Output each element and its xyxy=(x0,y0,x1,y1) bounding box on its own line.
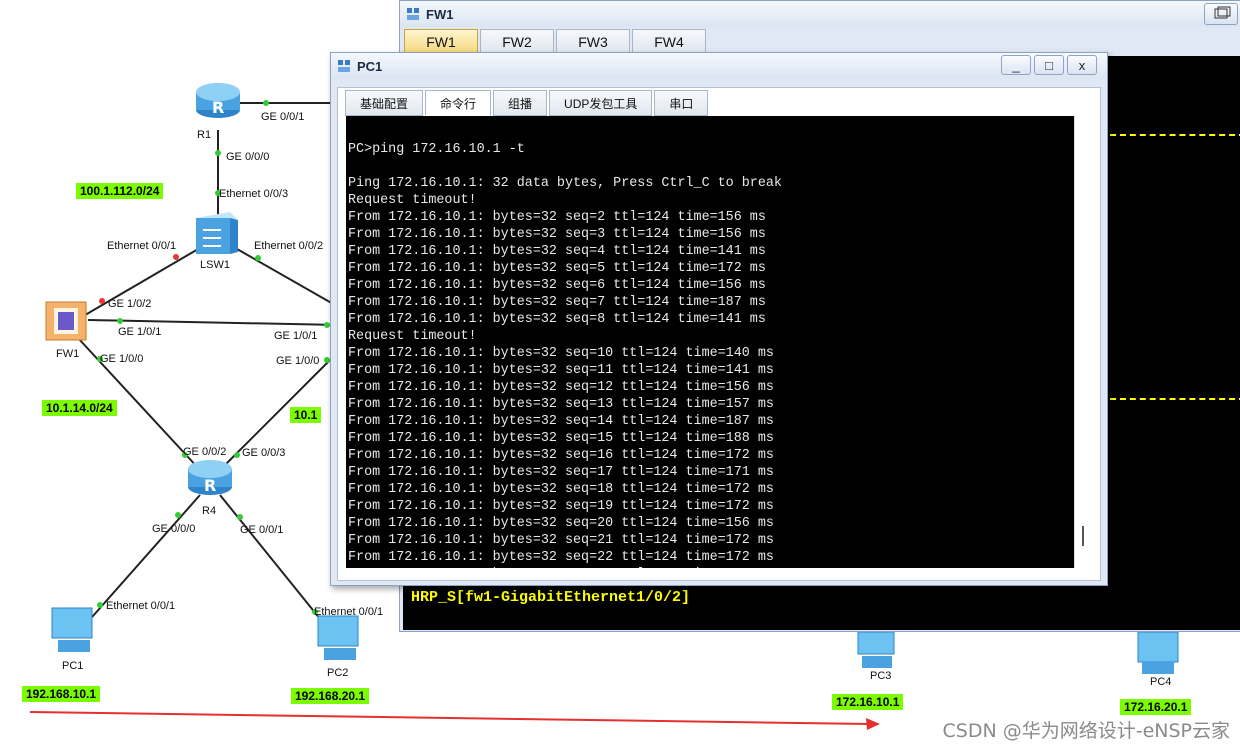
port-label: GE 0/0/1 xyxy=(240,524,284,536)
tab-fw2[interactable]: FW2 xyxy=(480,29,554,54)
network-label: 192.168.10.1 xyxy=(22,686,101,702)
device-label-r1: R1 xyxy=(197,129,212,141)
switch-icon[interactable] xyxy=(196,212,238,254)
pc-icon[interactable] xyxy=(1137,631,1179,674)
pc1-title-bar[interactable]: PC1 xyxy=(331,53,1107,79)
tab-serial[interactable]: 串口 xyxy=(654,90,709,116)
port-label: GE 0/0/0 xyxy=(226,151,270,163)
svg-text:R: R xyxy=(204,476,216,495)
minimize-button[interactable]: _ xyxy=(1001,55,1031,75)
port-label: Ethernet 0/0/1 xyxy=(107,240,177,252)
firewall-icon[interactable] xyxy=(45,301,87,341)
port-label: GE 1/0/1 xyxy=(118,326,162,338)
port-label: GE 0/0/1 xyxy=(261,111,305,123)
pc1-window[interactable]: PC1 _ □ x 基础配置 命令行 组播 UDP发包工具 串口 PC>ping… xyxy=(330,52,1108,586)
close-button[interactable]: x xyxy=(1067,55,1097,75)
pc1-terminal[interactable]: PC>ping 172.16.10.1 -t Ping 172.16.10.1:… xyxy=(346,116,1091,568)
tab-fw4[interactable]: FW4 xyxy=(632,29,706,54)
router-icon[interactable]: R xyxy=(188,460,232,495)
port-label: GE 1/0/0 xyxy=(276,355,320,367)
device-label-pc4: PC4 xyxy=(1150,676,1172,688)
network-label: 172.16.20.1 xyxy=(1120,699,1192,715)
restore-button[interactable] xyxy=(1204,3,1238,25)
port-label: Ethernet 0/0/3 xyxy=(219,188,289,200)
network-label: 172.16.10.1 xyxy=(832,694,904,710)
tab-fw3[interactable]: FW3 xyxy=(556,29,630,54)
device-label-pc1: PC1 xyxy=(62,660,84,672)
router-icon[interactable]: R xyxy=(196,83,240,118)
device-label-lsw1: LSW1 xyxy=(200,259,230,271)
device-label-pc2: PC2 xyxy=(327,667,349,679)
pc-icon[interactable] xyxy=(857,631,895,668)
tab-fw1[interactable]: FW1 xyxy=(404,29,478,54)
device-label-pc3: PC3 xyxy=(870,670,892,682)
port-label: GE 0/0/2 xyxy=(183,446,227,458)
app-icon xyxy=(407,8,419,20)
window-title: FW1 xyxy=(426,6,454,22)
port-label: Ethernet 0/0/1 xyxy=(106,600,176,612)
pc-icon[interactable] xyxy=(51,607,93,652)
tab-command-line[interactable]: 命令行 xyxy=(425,90,492,116)
port-label: Ethernet 0/0/1 xyxy=(314,606,384,618)
port-label: GE 1/0/0 xyxy=(100,353,144,365)
device-label-fw1: FW1 xyxy=(56,348,80,360)
terminal-output: PC>ping 172.16.10.1 -t Ping 172.16.10.1:… xyxy=(348,142,782,568)
tab-multicast[interactable]: 组播 xyxy=(493,90,548,116)
window-title: PC1 xyxy=(357,58,383,74)
network-label: 10.1 xyxy=(290,407,322,423)
port-label: Ethernet 0/0/2 xyxy=(254,240,324,252)
tab-basic-config[interactable]: 基础配置 xyxy=(345,90,424,116)
network-label: 192.168.20.1 xyxy=(291,688,370,704)
pc1-tabs: 基础配置 命令行 组播 UDP发包工具 串口 xyxy=(345,90,710,116)
maximize-button[interactable]: □ xyxy=(1034,55,1064,75)
fw1-title-bar[interactable]: FW1 xyxy=(400,1,1240,27)
port-label: GE 1/0/2 xyxy=(108,298,152,310)
restore-icon xyxy=(1214,6,1231,19)
watermark: CSDN @华为网络设计-eNSP云家 xyxy=(942,720,1231,742)
port-label: GE 1/0/1 xyxy=(274,330,318,342)
scrollbar-thumb[interactable] xyxy=(1082,526,1084,546)
port-label: GE 0/0/0 xyxy=(152,523,196,535)
port-label: GE 0/0/3 xyxy=(242,447,286,459)
app-icon xyxy=(338,60,350,72)
divider xyxy=(1110,134,1240,136)
device-tabs: FW1 FW2 FW3 FW4 xyxy=(404,29,708,54)
pc-icon[interactable] xyxy=(317,615,359,660)
terminal-scrollbar[interactable] xyxy=(1074,116,1091,568)
device-label-r4: R4 xyxy=(202,505,217,517)
svg-text:R: R xyxy=(212,98,224,117)
console-prompt: HRP_S[fw1-GigabitEthernet1/0/2] xyxy=(411,589,691,606)
tab-udp-tool[interactable]: UDP发包工具 xyxy=(549,90,653,116)
network-label: 10.1.14.0/24 xyxy=(42,400,117,416)
network-label: 100.1.112.0/24 xyxy=(76,183,164,199)
divider xyxy=(1110,398,1240,400)
